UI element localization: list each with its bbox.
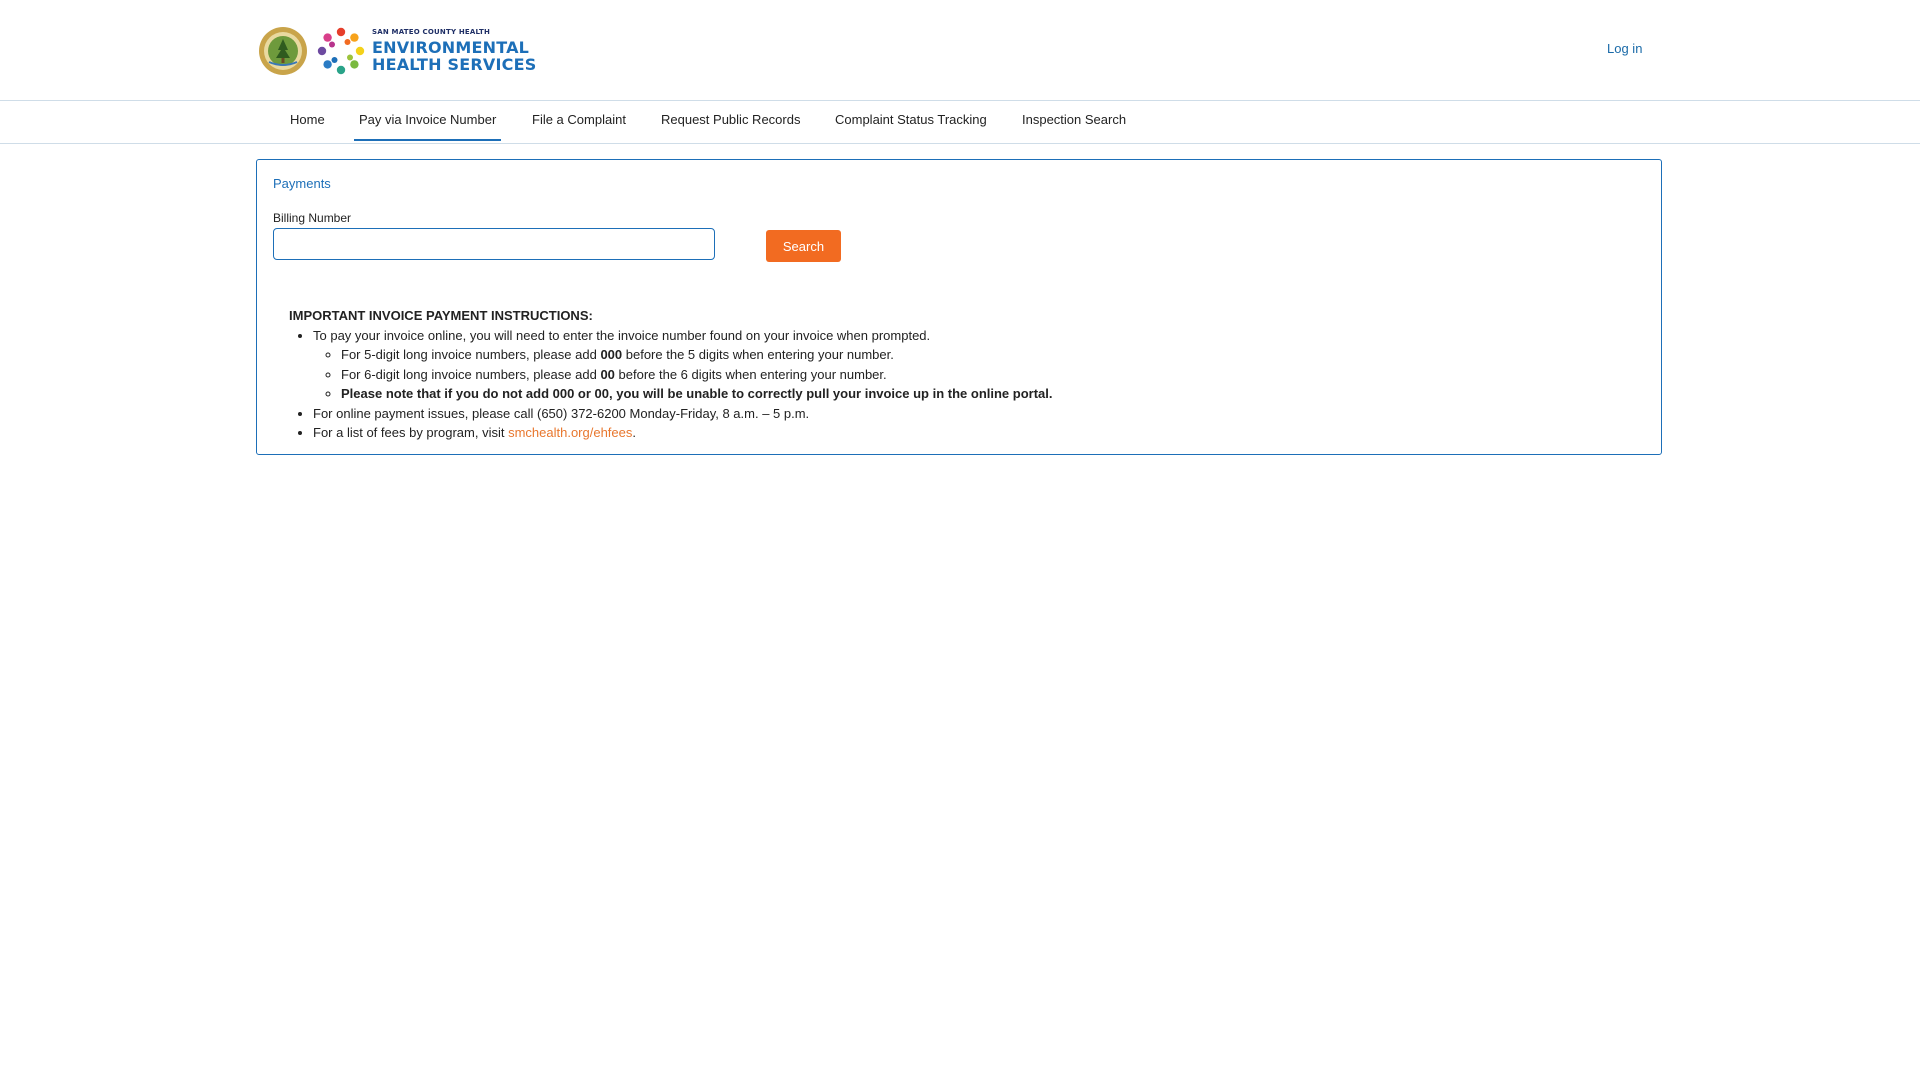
site-logo[interactable]: SAN MATEO COUNTY HEALTH ENVIRONMENTAL HE… bbox=[258, 25, 536, 77]
instruction-text: For a list of fees by program, visit bbox=[313, 425, 509, 440]
instruction-bold: 00 bbox=[600, 366, 615, 382]
main-nav: Home Pay via Invoice Number File a Compl… bbox=[0, 101, 1920, 144]
brand-small-text: SAN MATEO COUNTY HEALTH bbox=[372, 28, 491, 36]
brand-line-2: HEALTH SERVICES bbox=[372, 55, 537, 74]
billing-number-input[interactable] bbox=[273, 228, 715, 260]
list-item: Please note that if you do not add 000 o… bbox=[341, 384, 1629, 404]
billing-number-label: Billing Number bbox=[273, 211, 352, 225]
payment-instructions: IMPORTANT INVOICE PAYMENT INSTRUCTIONS: … bbox=[289, 306, 1629, 443]
instruction-text: For 6-digit long invoice numbers, please… bbox=[341, 366, 601, 382]
nav-pay-via-invoice[interactable]: Pay via Invoice Number bbox=[354, 101, 502, 141]
brand-line-1: ENVIRONMENTAL bbox=[372, 38, 530, 57]
instructions-list: To pay your invoice online, you will nee… bbox=[289, 326, 1629, 443]
instruction-warning: Please note that if you do not add 000 o… bbox=[341, 386, 1053, 401]
list-item: For a list of fees by program, visit smc… bbox=[313, 423, 1629, 443]
nav-request-public-records[interactable]: Request Public Records bbox=[661, 101, 800, 139]
nav-complaint-status-tracking[interactable]: Complaint Status Tracking bbox=[835, 101, 987, 139]
list-item: For 6-digit long invoice numbers, please… bbox=[341, 365, 1629, 385]
instruction-text: before the 6 digits when entering your n… bbox=[614, 366, 887, 382]
instruction-text: . bbox=[632, 425, 636, 440]
instruction-text: To pay your invoice online, you will nee… bbox=[313, 327, 931, 343]
site-header: SAN MATEO COUNTY HEALTH ENVIRONMENTAL HE… bbox=[0, 0, 1920, 101]
instruction-text: For 5-digit long invoice numbers, please… bbox=[341, 347, 601, 362]
instructions-heading: IMPORTANT INVOICE PAYMENT INSTRUCTIONS: bbox=[289, 308, 593, 323]
list-item: For 5-digit long invoice numbers, please… bbox=[341, 345, 1629, 365]
instruction-text: For online payment issues, please call (… bbox=[313, 405, 810, 421]
nav-home[interactable]: Home bbox=[290, 101, 325, 139]
search-button[interactable]: Search bbox=[766, 230, 841, 262]
ehs-starburst-icon bbox=[317, 27, 365, 75]
nav-file-complaint[interactable]: File a Complaint bbox=[532, 101, 626, 139]
login-link[interactable]: Log in bbox=[1607, 41, 1642, 56]
brand-wordmark: SAN MATEO COUNTY HEALTH ENVIRONMENTAL HE… bbox=[372, 28, 537, 74]
instructions-sublist: For 5-digit long invoice numbers, please… bbox=[313, 345, 1629, 404]
nav-inspection-search[interactable]: Inspection Search bbox=[1022, 101, 1126, 139]
county-seal-icon bbox=[259, 27, 307, 75]
list-item: For online payment issues, please call (… bbox=[313, 404, 1629, 424]
payments-panel: Payments Billing Number Search IMPORTANT… bbox=[256, 159, 1662, 455]
fees-link[interactable]: smchealth.org/ehfees bbox=[508, 425, 632, 440]
panel-title: Payments bbox=[273, 176, 331, 191]
instruction-text: before the 5 digits when entering your n… bbox=[622, 347, 894, 362]
list-item: To pay your invoice online, you will nee… bbox=[313, 326, 1629, 404]
instruction-bold: 000 bbox=[600, 347, 623, 362]
